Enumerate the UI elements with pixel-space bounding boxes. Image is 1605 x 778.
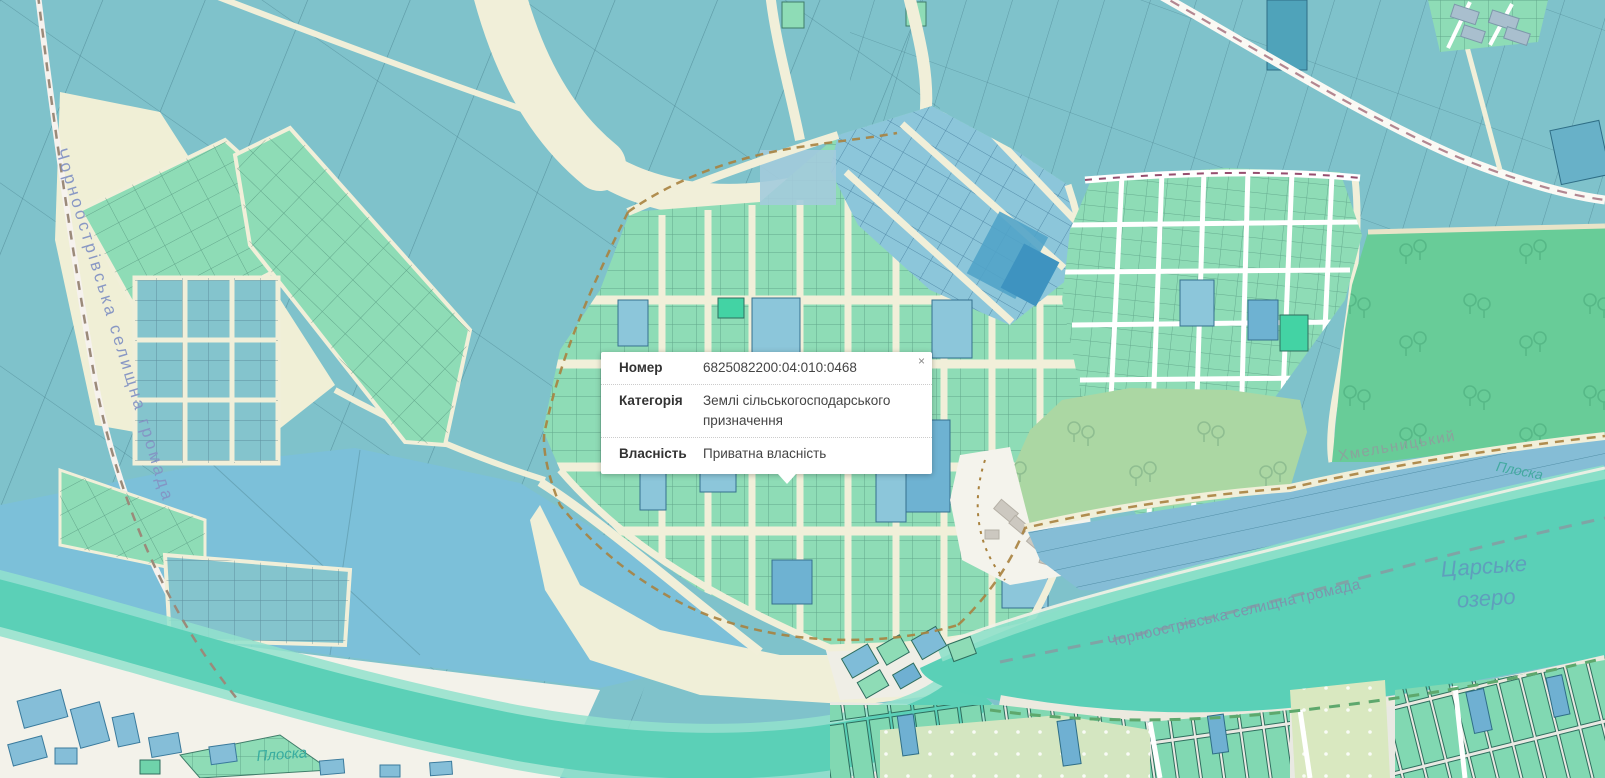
forest-large[interactable] [1332, 224, 1605, 462]
popup-row-ownership: Власність Приватна власність [601, 437, 932, 470]
popup-row-category: Категорія Землі сільськогосподарського п… [601, 384, 932, 437]
parcel-info-popup: × Номер 6825082200:04:010:0468 Категорія… [601, 352, 932, 474]
popup-row-label: Власність [619, 444, 703, 464]
popup-row-number: Номер 6825082200:04:010:0468 [601, 352, 932, 384]
popup-row-value: Приватна власність [703, 444, 920, 464]
popup-close-button[interactable]: × [918, 355, 925, 367]
popup-row-value: 6825082200:04:010:0468 [703, 358, 920, 378]
popup-row-label: Номер [619, 358, 703, 378]
map-viewport[interactable]: Чорноострівська селищна громада Чорноост… [0, 0, 1605, 778]
popup-row-label: Категорія [619, 391, 703, 431]
popup-row-value: Землі сільськогосподарського призначення [703, 391, 920, 431]
